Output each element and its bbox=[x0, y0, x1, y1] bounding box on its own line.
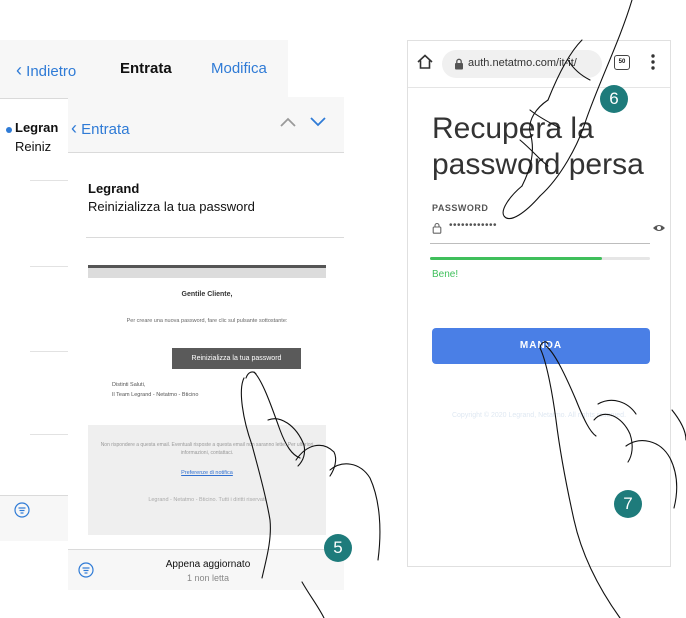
step-badge: 7 bbox=[614, 490, 642, 518]
step-badge: 6 bbox=[600, 85, 628, 113]
step-badge: 5 bbox=[324, 534, 352, 562]
hand-icon bbox=[240, 0, 686, 618]
